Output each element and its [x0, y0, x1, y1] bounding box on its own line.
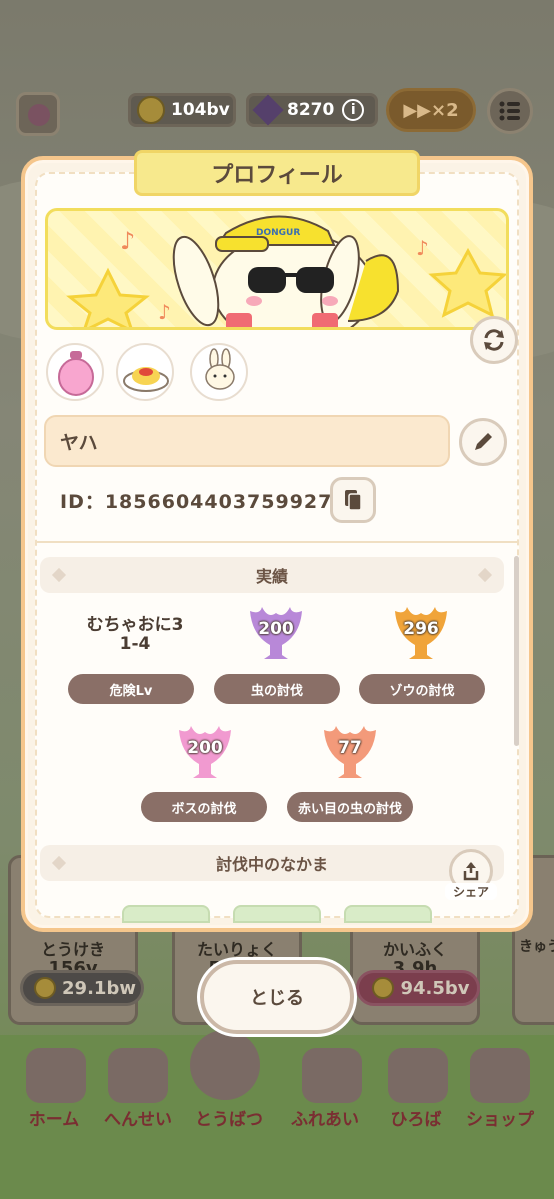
- pencil-icon: [475, 433, 492, 450]
- achievement-label-danger: 危険Lv: [68, 674, 194, 704]
- nav-home[interactable]: ホーム: [14, 1105, 94, 1130]
- bg-rate-pill-1: 29.1bw: [20, 970, 144, 1006]
- achievement-label-boss: ボスの討伐: [141, 792, 267, 822]
- bg-card-title: かいふく: [382, 940, 447, 959]
- share-label: シェア: [445, 883, 497, 900]
- party-icon: [108, 1048, 168, 1103]
- achievement-trophy-elephant: 296: [391, 605, 451, 661]
- companions-title: 討伐中のなかま: [215, 855, 328, 874]
- profile-banner: ♪ ♪ ♪ DONGUR: [45, 208, 509, 330]
- coin-amount: 104bv: [171, 100, 230, 120]
- achievements-header: 実績: [40, 557, 504, 593]
- coin-icon: [372, 977, 395, 999]
- companion-card[interactable]: [344, 905, 432, 923]
- bg-card-title: とうけき: [40, 940, 105, 959]
- achievements-title: 実績: [255, 567, 288, 586]
- share-icon: [463, 862, 479, 881]
- achievement-label-redeye: 赤い目の虫の討伐: [287, 792, 413, 822]
- bg-rate-pill-3: 94.5bv: [356, 970, 480, 1006]
- refresh-icon: [484, 329, 504, 351]
- section-divider: [36, 541, 518, 543]
- badge-omurice[interactable]: [116, 343, 174, 401]
- nav-formation[interactable]: へんせい: [98, 1105, 178, 1130]
- omurice-icon: [123, 367, 169, 392]
- trophy-value: 200: [187, 738, 223, 758]
- home-icon: [26, 1048, 86, 1103]
- achievement-trophy-redeye: 77: [320, 724, 380, 780]
- menu-icon: [499, 101, 520, 121]
- player-id: ID：1856604403759927: [60, 491, 333, 513]
- diamond-icon: [51, 567, 67, 583]
- plaza-icon: [388, 1048, 448, 1103]
- nav-shop[interactable]: ショップ: [460, 1105, 540, 1130]
- share-button[interactable]: シェア: [445, 849, 497, 900]
- svg-text:♪: ♪: [158, 300, 171, 324]
- nav-interaction[interactable]: ふれあい: [285, 1105, 365, 1130]
- coin-icon: [34, 977, 57, 999]
- achievement-trophy-bugs: 200: [246, 605, 306, 661]
- trophy-value: 296: [403, 619, 439, 639]
- menu-button[interactable]: [487, 88, 533, 134]
- diamond-icon: [477, 567, 493, 583]
- copy-icon: [345, 490, 362, 511]
- nav-battle[interactable]: とうばつ: [189, 1105, 269, 1130]
- bg-rate-value: 29.1bw: [62, 977, 136, 999]
- trophy-value: 77: [338, 738, 362, 758]
- svg-text:♪: ♪: [120, 227, 135, 255]
- achievement-label-bugs: 虫の討伐: [214, 674, 340, 704]
- shop-icon: [470, 1048, 530, 1103]
- achievement-label-elephant: ゾウの討伐: [359, 674, 485, 704]
- modal-title: プロフィール: [134, 150, 420, 196]
- danger-level-value: むちゃおに3 1-4: [86, 615, 184, 654]
- gem-amount: 8270: [287, 100, 335, 120]
- achievement-trophy-boss: 200: [175, 724, 235, 780]
- character-illustration: ♪ ♪ ♪ DONGUR: [66, 215, 506, 327]
- cap-text: DONGUR: [256, 228, 300, 238]
- companion-card[interactable]: [233, 905, 321, 923]
- companion-card[interactable]: [122, 905, 210, 923]
- refresh-banner-button[interactable]: [470, 316, 518, 364]
- bottle-icon: [28, 104, 50, 126]
- coin-icon: [137, 96, 165, 124]
- bottle-icon: [58, 351, 94, 396]
- copy-id-button[interactable]: [330, 477, 376, 523]
- player-name-field: ヤハ: [44, 415, 450, 467]
- interaction-icon: [302, 1048, 362, 1103]
- diamond-icon: [51, 855, 67, 871]
- battle-icon: [190, 1030, 260, 1100]
- profile-avatar-button[interactable]: [16, 92, 60, 136]
- bg-card-title: たいりょく: [196, 940, 277, 959]
- edit-name-button[interactable]: [459, 418, 507, 466]
- gem-icon: [252, 94, 284, 126]
- coin-counter: 104bv: [128, 93, 236, 127]
- badge-bottle[interactable]: [46, 343, 104, 401]
- close-button[interactable]: とじる: [200, 960, 354, 1034]
- speed-toggle-button[interactable]: ▶▶×2: [386, 88, 476, 132]
- nav-plaza[interactable]: ひろば: [376, 1105, 456, 1130]
- bg-card-title: きゅう: [519, 939, 554, 955]
- gem-counter: 8270 i: [246, 93, 378, 127]
- scrollbar[interactable]: [514, 556, 519, 746]
- companions-header: 討伐中のなかま: [40, 845, 504, 881]
- trophy-value: 200: [258, 619, 294, 639]
- badge-rabbit[interactable]: [190, 343, 248, 401]
- info-icon[interactable]: i: [342, 99, 365, 121]
- rabbit-icon: [205, 348, 235, 390]
- bg-rate-value: 94.5bv: [400, 977, 470, 999]
- svg-text:♪: ♪: [416, 236, 429, 260]
